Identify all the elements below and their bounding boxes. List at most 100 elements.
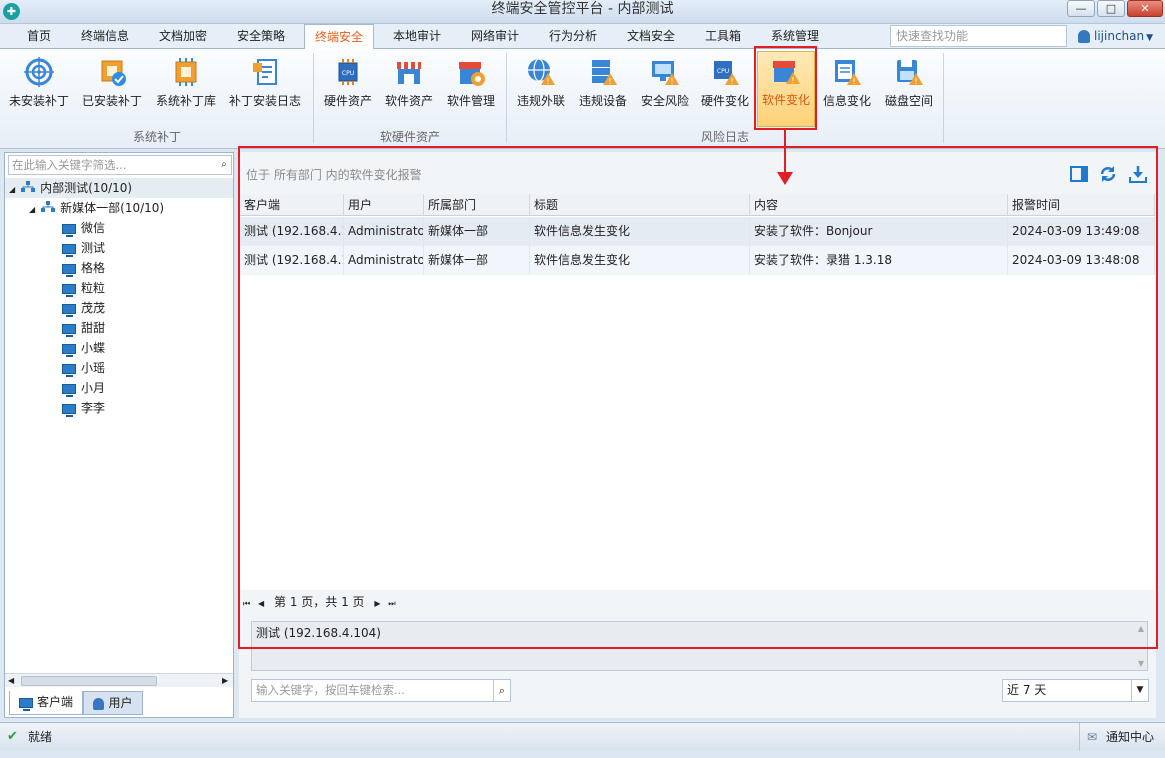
tab-behavior-analysis[interactable]: 行为分析 [540,24,606,49]
check-icon: ✔ [7,729,18,744]
tab-local-audit[interactable]: 本地审计 [384,24,450,49]
monitor-warning-icon: ! [650,57,680,87]
quick-search-input[interactable]: 快速查找功能 [890,25,1067,47]
svg-text:!: ! [730,77,733,86]
time-range-select[interactable]: 近 7 天 [1002,679,1149,702]
tab-users[interactable]: 用户 [83,691,143,715]
group-label-assets: 软硬件资产 [379,130,440,144]
svg-text:!: ! [852,77,855,86]
svg-text:!: ! [546,77,549,86]
scroll-down-icon[interactable]: ▼ [1138,659,1144,668]
tab-home[interactable]: 首页 [14,24,64,49]
collapse-icon[interactable]: ◢ [9,185,15,194]
collapse-icon[interactable]: ◢ [29,205,35,214]
tab-clients[interactable]: 客户端 [9,691,83,715]
svg-text:CPU: CPU [717,68,729,75]
divider [1079,723,1080,751]
maximize-button[interactable]: □ [1097,0,1125,17]
document-warning-icon: ! [832,57,862,87]
patch-install-log-button[interactable]: 补丁安装日志 [226,53,304,119]
illegal-outreach-button[interactable]: ! 违规外联 [512,53,570,119]
computer-icon [62,223,76,237]
user-icon [1078,30,1090,43]
uninstalled-patches-button[interactable]: 未安装补丁 [6,53,72,119]
group-label-risk-log: 风险日志 [700,130,749,144]
tab-terminal-security[interactable]: 终端安全 [304,24,374,50]
minimize-button[interactable]: — [1067,0,1095,17]
tree-client[interactable]: 微信 [5,218,233,238]
software-management-button[interactable]: 软件管理 [442,53,500,119]
username: lijinchan [1094,29,1145,43]
group-separator [943,53,944,143]
scrollbar-thumb[interactable] [21,676,157,686]
close-button[interactable]: ✕ [1127,0,1163,17]
tree-node-dept[interactable]: ◢ 新媒体一部(10/10) [5,198,233,218]
tab-toolbox[interactable]: 工具箱 [696,24,750,49]
tree-client[interactable]: 茂茂 [5,298,233,318]
tab-terminal-info[interactable]: 终端信息 [72,24,138,49]
highlight-selection [754,46,817,130]
svg-text:!: ! [608,77,611,86]
server-warning-icon: ! [588,57,618,87]
title-bar: ✚ 终端安全管控平台 - 内部测试 — □ ✕ [0,0,1165,24]
installed-patches-button[interactable]: 已安装补丁 [78,53,146,119]
client-tree-panel: 在此输入关键字筛选... ⌕ ◢ 内部测试(10/10) ◢ 新媒体一部(10/10… [4,152,234,718]
illegal-device-button[interactable]: ! 违规设备 [574,53,632,119]
scroll-left-icon[interactable]: ◀ [8,674,14,687]
tree-client[interactable]: 小瑶 [5,358,233,378]
tree-filter-input[interactable]: 在此输入关键字筛选... [8,155,221,175]
info-change-button[interactable]: ! 信息变化 [818,53,876,119]
cpu-warning-icon: CPU! [710,57,740,87]
user-menu[interactable]: lijinchan ▼ [1078,26,1153,48]
svg-text:!: ! [670,77,673,86]
computer-icon [62,383,76,397]
search-icon[interactable]: ⌕ [493,679,511,702]
ribbon-toolbar: 未安装补丁 已安装补丁 系统补丁库 补丁安装日志 系统补丁 CPU 硬件资产 软… [0,49,1165,149]
hardware-change-button[interactable]: CPU! 硬件变化 [696,53,754,119]
software-assets-button[interactable]: 软件资产 [380,53,438,119]
notification-center-button[interactable]: 通知中心 [1106,723,1154,751]
scroll-right-icon[interactable]: ▶ [222,674,228,687]
chip-check-icon [97,57,127,87]
chevron-down-icon: ▼ [1146,33,1154,43]
tree-client[interactable]: 粒粒 [5,278,233,298]
disk-space-button[interactable]: ! 磁盘空间 [880,53,938,119]
tree-client[interactable]: 格格 [5,258,233,278]
tree-node-root[interactable]: ◢ 内部测试(10/10) [5,178,233,198]
search-icon[interactable]: ⌕ [217,155,232,175]
globe-warning-icon: ! [526,57,556,87]
tree-client[interactable]: 测试 [5,238,233,258]
tab-security-policy[interactable]: 安全策略 [228,24,294,49]
window-title: 终端安全管控平台 - 内部测试 [491,1,674,17]
user-icon [93,697,105,710]
group-label-patches: 系统补丁 [132,130,181,144]
store-gear-icon [456,57,486,87]
status-bar: ✔ 就绪 ✉ 通知中心 [0,722,1165,751]
horizontal-scrollbar[interactable]: ◀ ▶ [5,673,233,687]
chevron-down-icon[interactable]: ▼ [1131,680,1148,701]
tab-network-audit[interactable]: 网络审计 [462,24,528,49]
org-icon [21,179,36,199]
cpu-icon: CPU [333,57,363,87]
tree-client[interactable]: 李李 [5,398,233,418]
log-icon [250,57,280,87]
svg-text:!: ! [914,77,917,86]
tree-client[interactable]: 小月 [5,378,233,398]
computer-icon [62,303,76,317]
tab-doc-encrypt[interactable]: 文档加密 [150,24,216,49]
tree-client[interactable]: 甜甜 [5,318,233,338]
tree-client[interactable]: 小蝶 [5,338,233,358]
highlight-frame [238,146,1158,649]
annotation-arrow-head [777,172,793,185]
computer-icon [62,243,76,257]
computer-icon [62,283,76,297]
computer-icon [62,323,76,337]
computer-icon [62,343,76,357]
status-text: 就绪 [28,730,53,744]
client-tree: ◢ 内部测试(10/10) ◢ 新媒体一部(10/10) 微信 测试 格格 粒粒 茂… [5,178,233,418]
keyword-search-input[interactable]: 输入关键字，按回车键检索... [251,679,494,702]
hardware-assets-button[interactable]: CPU 硬件资产 [320,53,376,119]
security-risk-button[interactable]: ! 安全风险 [636,53,694,119]
tab-doc-security[interactable]: 文档安全 [618,24,684,49]
patch-library-button[interactable]: 系统补丁库 [152,53,220,119]
